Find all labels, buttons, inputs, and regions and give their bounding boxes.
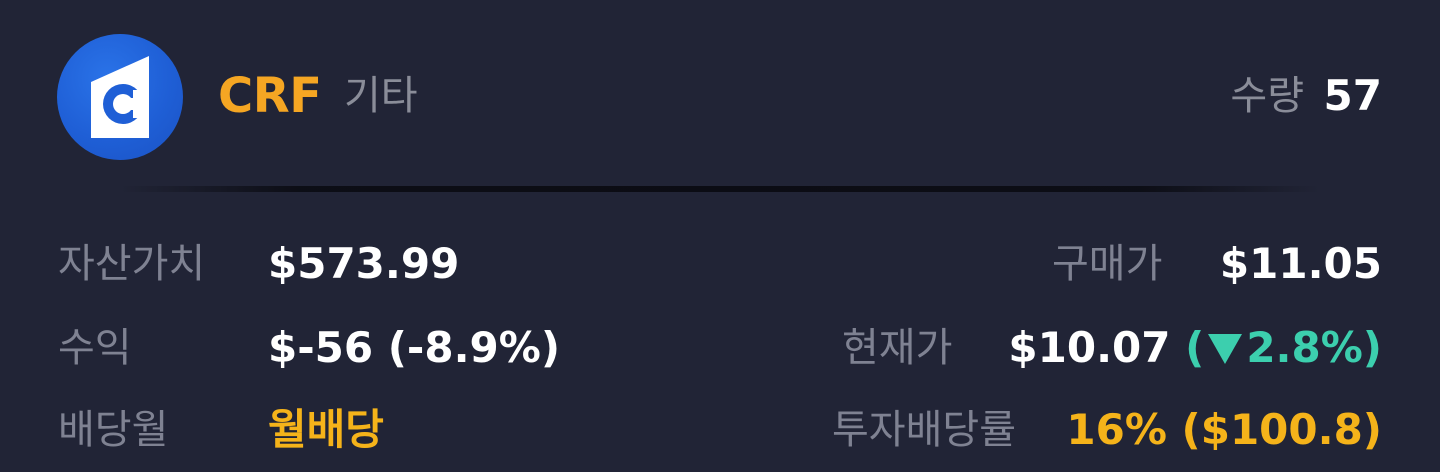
- stats-row-dividend: 배당월 월배당 투자배당률 16% ($100.8): [0, 402, 1440, 472]
- quantity-label: 수량: [1230, 73, 1304, 119]
- stats-row-profit: 수익 $-56 (-8.9%) 현재가 $10.07 (2.8%): [0, 320, 1440, 390]
- dividend-month-value: 월배당: [268, 405, 384, 454]
- profit-label: 수익: [58, 325, 132, 371]
- asset-value: $573.99: [268, 239, 460, 288]
- purchase-price-value: $11.05: [1219, 239, 1382, 288]
- down-triangle-icon: [1208, 333, 1243, 364]
- dividend-yield-value: 16% ($100.8): [1066, 405, 1382, 454]
- crf-logo-glyph: [91, 56, 149, 138]
- stats-row-asset: 자산가치 $573.99 구매가 $11.05: [0, 236, 1440, 306]
- divider: [120, 186, 1320, 192]
- change-close-paren: ): [1362, 323, 1382, 372]
- profit-value: $-56 (-8.9%): [268, 323, 561, 372]
- category-label: 기타: [344, 73, 418, 119]
- quantity-value: 57: [1323, 71, 1382, 120]
- purchase-price-label: 구매가: [1052, 241, 1163, 287]
- dividend-yield-label: 투자배당률: [832, 407, 1016, 453]
- ticker-symbol: CRF: [218, 68, 322, 124]
- change-percent: 2.8%: [1246, 323, 1363, 372]
- crf-logo-icon: [57, 34, 183, 160]
- dividend-month-label: 배당월: [58, 407, 169, 453]
- current-price-label: 현재가: [842, 325, 953, 371]
- current-price-group: $10.07 (2.8%): [1008, 320, 1382, 376]
- change-open-paren: (: [1185, 323, 1205, 372]
- asset-value-label: 자산가치: [58, 241, 206, 287]
- current-price-value: $10.07: [1008, 323, 1171, 372]
- holding-header: CRF 기타 수량 57: [0, 0, 1440, 190]
